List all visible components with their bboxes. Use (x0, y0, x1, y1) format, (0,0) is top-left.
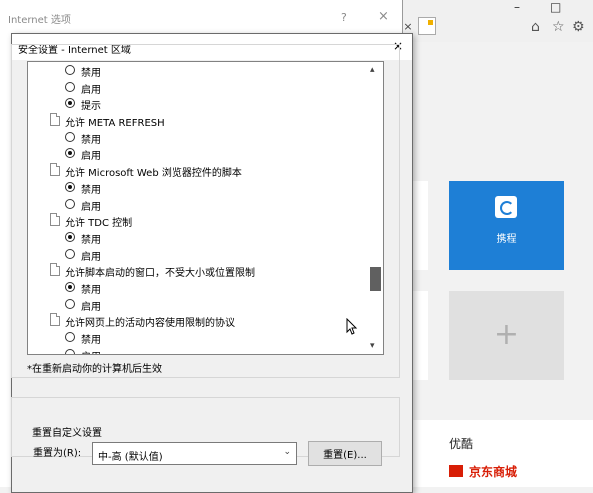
setting-option-label: 禁用 (81, 234, 101, 246)
setting-category-label: 允许 TDC 控制 (65, 218, 133, 230)
setting-option-label: 禁用 (81, 284, 101, 296)
setting-option-label: 启用 (81, 151, 101, 163)
setting-option[interactable]: 启用 (28, 296, 368, 313)
radio-button[interactable] (65, 181, 75, 192)
restart-note: *在重新启动你的计算机后生效 (27, 364, 162, 375)
setting-category-label: 允许 Microsoft Web 浏览器控件的脚本 (65, 168, 242, 180)
speed-dial-tile[interactable] (413, 181, 428, 270)
document-icon (50, 313, 60, 327)
scroll-up-icon[interactable]: ▴ (370, 65, 375, 75)
reset-level-select[interactable]: 中-高 (默认值) ⌄ (92, 442, 297, 465)
setting-option-label: 禁用 (81, 184, 101, 196)
reset-group-label: 重置自定义设置 (29, 424, 105, 439)
jd-logo-icon (449, 465, 463, 477)
setting-category-label: 允许脚本启动的窗口，不受大小或位置限制 (65, 268, 255, 280)
setting-option-label: 启用 (81, 201, 101, 213)
favorites-star-icon[interactable]: ☆ (552, 20, 565, 34)
internet-options-title: Internet 选项 (8, 15, 71, 26)
radio-button[interactable] (65, 81, 75, 92)
radio-button[interactable] (65, 298, 75, 309)
radio-button[interactable] (65, 65, 75, 75)
tab-close-icon[interactable]: × (401, 20, 415, 34)
chevron-down-icon: ⌄ (283, 447, 291, 457)
reset-button[interactable]: 重置(E)... (308, 441, 382, 466)
setting-option[interactable]: 禁用 (28, 279, 368, 296)
setting-option[interactable]: 禁用 (28, 129, 368, 146)
document-icon (50, 113, 60, 127)
minimize-icon[interactable]: – (514, 0, 520, 14)
document-icon (50, 213, 60, 227)
maximize-icon[interactable]: □ (550, 0, 561, 14)
setting-category: 允许 META REFRESH (28, 112, 368, 129)
radio-button[interactable] (65, 148, 75, 159)
close-icon[interactable]: × (378, 9, 389, 24)
setting-category-label: 允许 META REFRESH (65, 118, 165, 130)
setting-category: 允许脚本启动的窗口，不受大小或位置限制 (28, 262, 368, 279)
ctrip-logo-icon (495, 196, 517, 218)
settings-list[interactable]: 禁用 启用 提示 允许 META REFRESH 禁用 启用 允许 Microsoft We… (27, 61, 384, 355)
setting-category: 允许 TDC 控制 (28, 212, 368, 229)
settings-gear-icon[interactable]: ⚙ (572, 20, 585, 34)
setting-option-label: 禁用 (81, 335, 101, 346)
scroll-down-icon[interactable]: ▾ (370, 341, 375, 351)
home-icon[interactable]: ⌂ (531, 20, 540, 34)
mouse-cursor-icon (346, 318, 358, 335)
setting-option-label: 启用 (81, 301, 101, 313)
setting-option[interactable]: 禁用 (28, 179, 368, 196)
radio-button[interactable] (65, 348, 75, 354)
setting-option-label: 启用 (81, 348, 101, 354)
ctrip-tile[interactable]: 携程 (449, 181, 564, 270)
reset-level-value: 中-高 (默认值) (98, 452, 163, 463)
setting-category: 允许网页上的活动内容使用限制的协议 (28, 312, 368, 329)
new-tab-icon[interactable] (418, 17, 436, 35)
help-icon[interactable]: ? (341, 11, 347, 24)
setting-option-label: 提示 (81, 101, 101, 113)
setting-option[interactable]: 启用 (28, 145, 368, 162)
setting-option[interactable]: 禁用 (28, 229, 368, 246)
setting-option-label: 启用 (81, 251, 101, 263)
reset-to-label: 重置为(R): (33, 448, 82, 459)
setting-option[interactable]: 禁用 (28, 329, 368, 346)
setting-category: 允许 Microsoft Web 浏览器控件的脚本 (28, 162, 368, 179)
jd-link[interactable]: 京东商城 (469, 463, 517, 480)
youku-link[interactable]: 优酷 (449, 435, 473, 452)
setting-category-label: 允许网页上的活动内容使用限制的协议 (65, 318, 235, 330)
setting-option[interactable]: 启用 (28, 246, 368, 263)
radio-button[interactable] (65, 98, 75, 109)
document-icon (50, 163, 60, 177)
vertical-scrollbar[interactable]: ▴ ▾ (367, 62, 383, 354)
ctrip-label: 携程 (496, 234, 517, 245)
radio-button[interactable] (65, 198, 75, 209)
setting-option[interactable]: 提示 (28, 95, 368, 112)
radio-button[interactable] (65, 131, 75, 142)
setting-option-label: 启用 (81, 84, 101, 96)
radio-button[interactable] (65, 248, 75, 259)
setting-option[interactable]: 禁用 (28, 62, 368, 79)
setting-option[interactable]: 启用 (28, 346, 368, 354)
plus-icon: + (493, 317, 520, 352)
setting-option[interactable]: 启用 (28, 79, 368, 96)
speed-dial-tile[interactable] (413, 291, 428, 380)
settings-list-items: 禁用 启用 提示 允许 META REFRESH 禁用 启用 允许 Microsoft We… (28, 62, 368, 354)
add-tile-button[interactable]: + (449, 291, 564, 380)
document-icon (50, 263, 60, 277)
setting-option[interactable]: 启用 (28, 196, 368, 213)
setting-option-label: 禁用 (81, 134, 101, 146)
radio-button[interactable] (65, 281, 75, 292)
radio-button[interactable] (65, 231, 75, 242)
scroll-thumb[interactable] (370, 267, 381, 291)
radio-button[interactable] (65, 332, 75, 342)
setting-option-label: 禁用 (81, 68, 101, 79)
